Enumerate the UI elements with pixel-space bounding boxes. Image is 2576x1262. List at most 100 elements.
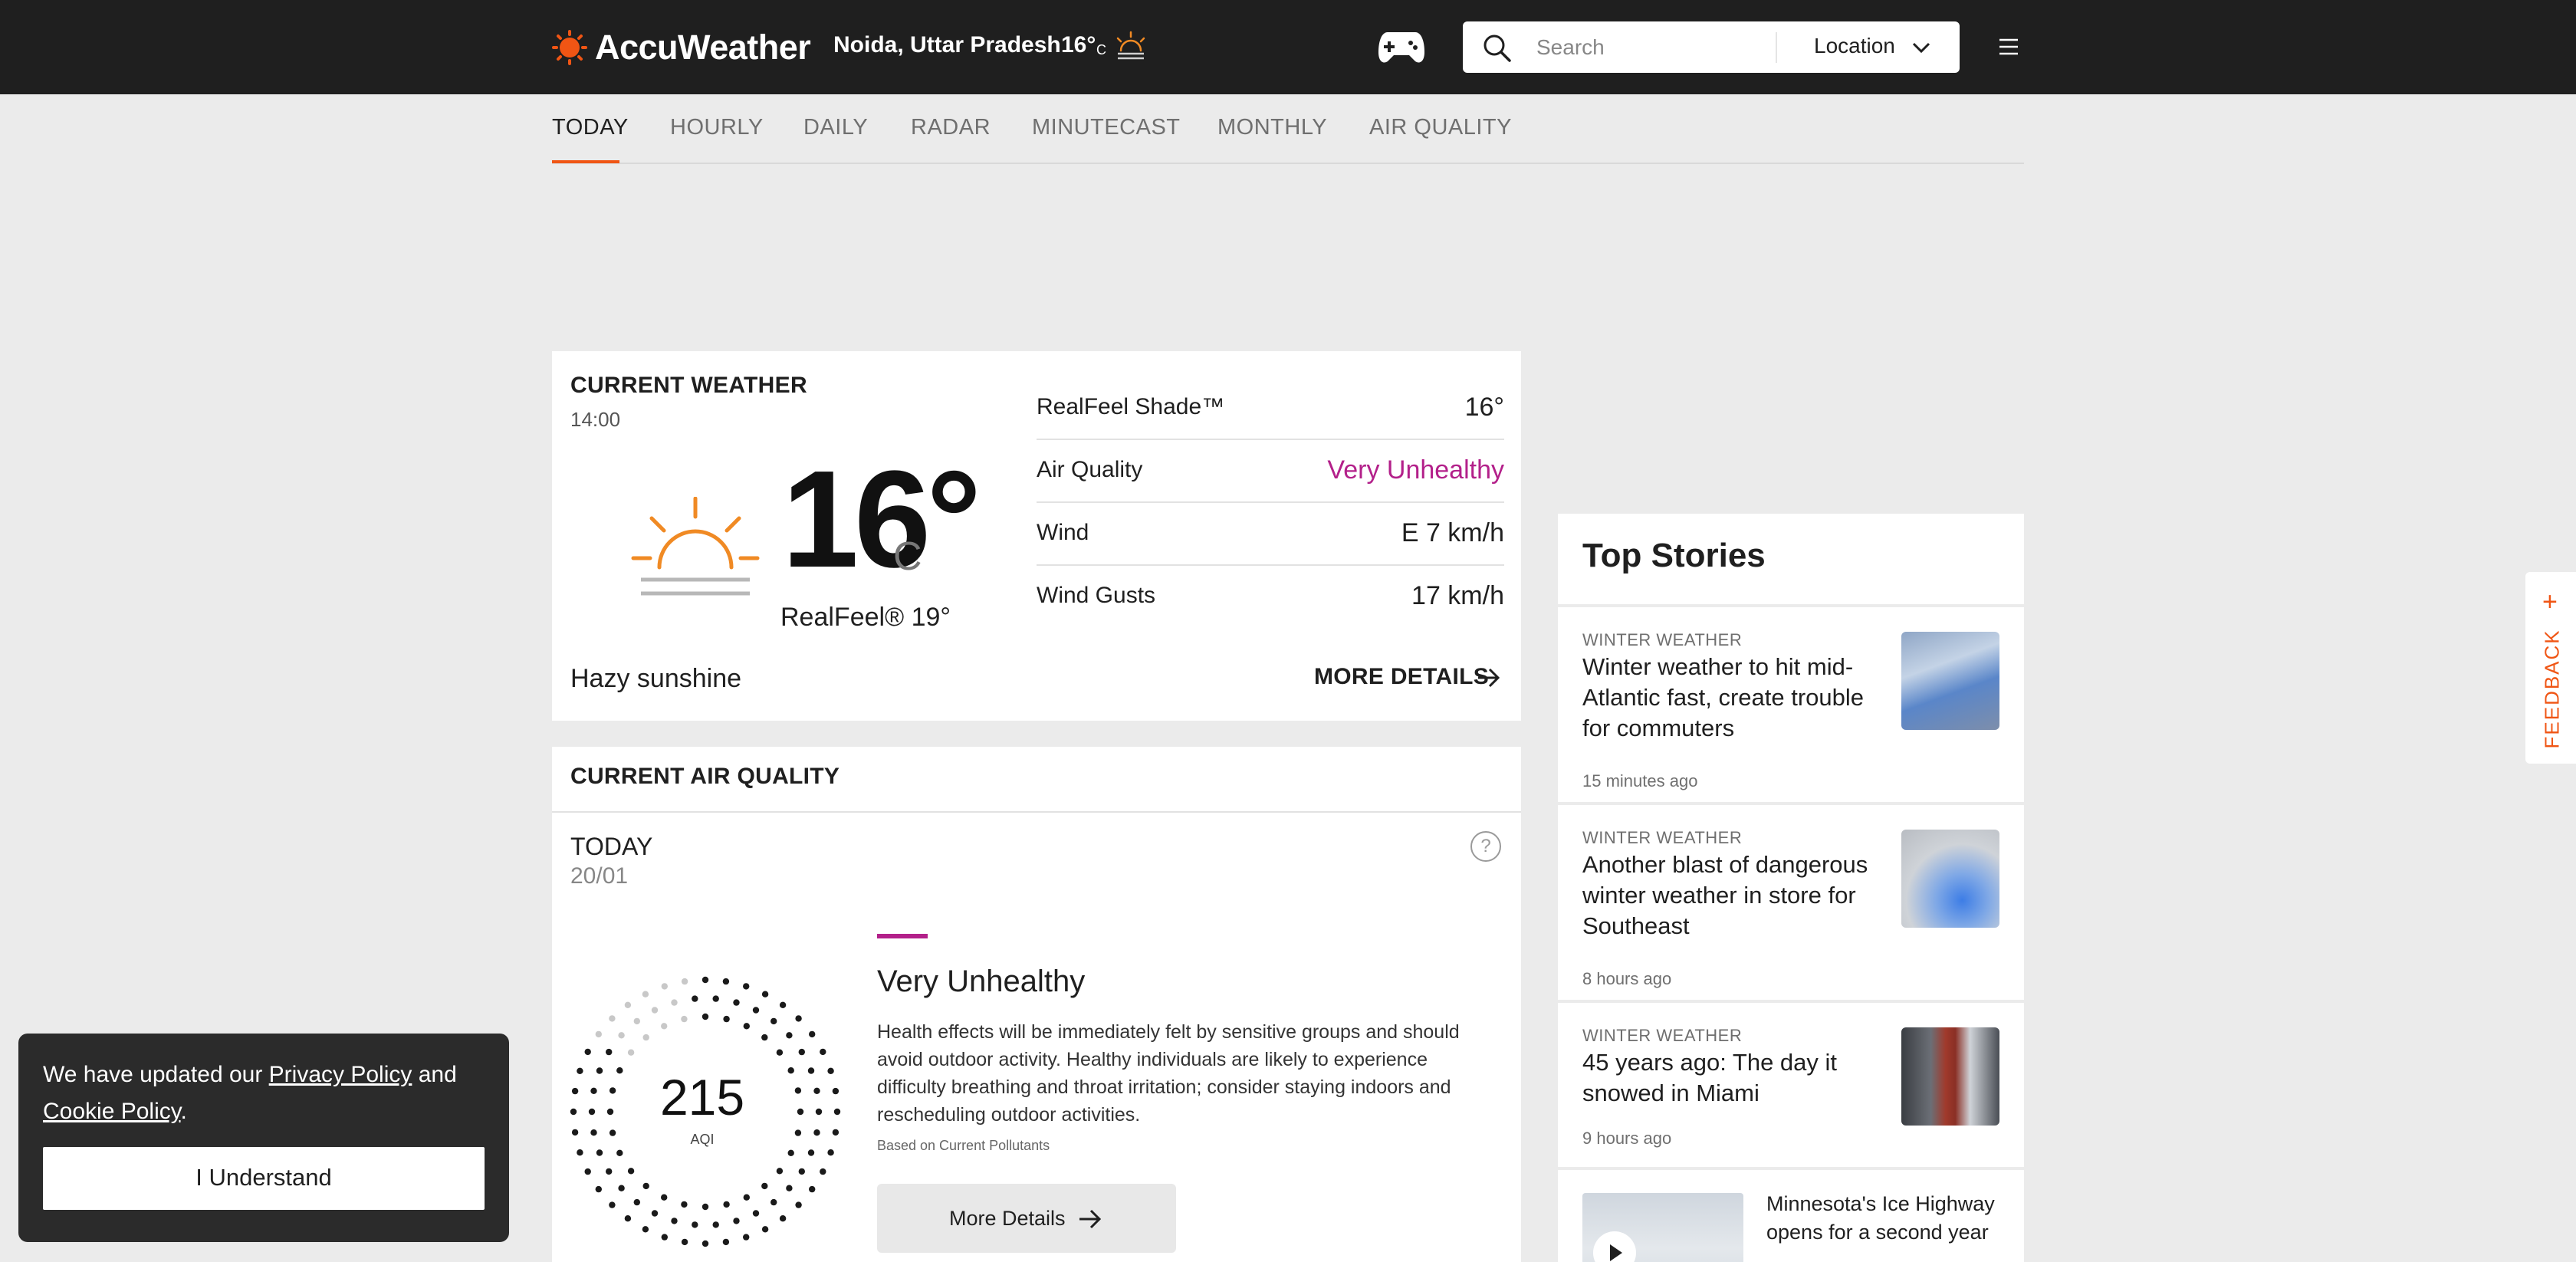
story-category: WINTER WEATHER — [1582, 828, 1743, 847]
current-weather-time: 14:00 — [570, 408, 621, 431]
aqi-dial-dot — [743, 1023, 750, 1030]
aqi-dial-dot — [723, 1201, 730, 1208]
aqi-dial-dot — [813, 1129, 820, 1136]
aqi-dial-dot — [633, 1198, 640, 1206]
tab-radar[interactable]: RADAR — [911, 115, 991, 140]
play-button[interactable] — [1593, 1231, 1636, 1262]
story-time: 9 hours ago — [1582, 1129, 1672, 1148]
aqi-dial-dot — [761, 1034, 768, 1041]
chevron-down-icon[interactable] — [1912, 41, 1930, 54]
story-title[interactable]: Another blast of dangerous winter weathe… — [1582, 850, 1886, 942]
video-thumbnail[interactable] — [1582, 1193, 1743, 1262]
detail-row-wind-gusts: Wind Gusts 17 km/h — [1037, 566, 1504, 629]
aqi-dial-dot — [577, 1149, 583, 1156]
video-title[interactable]: Minnesota's Ice Highway opens for a seco… — [1766, 1190, 1996, 1247]
story-thumbnail[interactable] — [1901, 1027, 1999, 1126]
aqi-dial-dot — [681, 1201, 688, 1208]
current-air-quality-card: CURRENT AIR QUALITY TODAY 20/01 ? 215 AQ… — [552, 747, 1521, 1262]
aqi-dial-dot — [779, 1215, 787, 1222]
aqi-dial-dot — [786, 1032, 793, 1039]
story-category: WINTER WEATHER — [1582, 1026, 1743, 1045]
location-dropdown-button[interactable]: Location — [1814, 34, 1895, 58]
aqi-dial-dot — [590, 1087, 597, 1094]
cookie-message: We have updated our Privacy Policy and C… — [43, 1057, 488, 1130]
story-title[interactable]: 45 years ago: The day it snowed in Miami — [1582, 1047, 1886, 1109]
story-item[interactable]: WINTER WEATHER 45 years ago: The day it … — [1558, 1003, 2024, 1170]
air-quality-more-details-button[interactable]: More Details — [877, 1184, 1176, 1253]
weather-phrase: Hazy sunshine — [570, 664, 742, 693]
aqi-dial-dot — [795, 1201, 802, 1208]
tab-hourly[interactable]: HOURLY — [670, 115, 764, 140]
aqi-dial-dot — [609, 1015, 616, 1022]
story-thumbnail[interactable] — [1901, 830, 1999, 928]
header-temperature[interactable]: 16° — [1061, 32, 1096, 58]
aqi-dial-dot — [642, 1182, 649, 1190]
aqi-dial-dot — [590, 1129, 597, 1136]
aqi-dial-dot — [627, 1168, 635, 1175]
game-controller-icon[interactable] — [1377, 26, 1426, 67]
story-item[interactable]: WINTER WEATHER Another blast of dangerou… — [1558, 805, 2024, 1003]
aqi-dial-dot — [624, 1215, 632, 1222]
aqi-dial-dot — [776, 1049, 784, 1056]
hamburger-menu-icon[interactable] — [1998, 37, 2019, 57]
arrow-right-icon — [1079, 1209, 1102, 1229]
search-icon[interactable] — [1483, 34, 1512, 63]
story-title[interactable]: Winter weather to hit mid-Atlantic fast,… — [1582, 652, 1886, 744]
story-item[interactable]: WINTER WEATHER Winter weather to hit mid… — [1558, 607, 2024, 805]
aqi-dial-dot — [712, 1221, 719, 1228]
aqi-dial-dot — [794, 1087, 802, 1094]
search-input[interactable] — [1536, 31, 1690, 64]
story-time: 15 minutes ago — [1582, 771, 1698, 790]
aqi-dial-dot — [595, 1185, 602, 1193]
aqi-dial-dot — [596, 1149, 603, 1156]
aqi-dial-dot — [584, 1048, 591, 1056]
current-location-name[interactable]: Noida, Uttar Pradesh — [833, 32, 1061, 58]
arrow-right-icon[interactable] — [1477, 667, 1501, 689]
sun-logo-icon — [552, 30, 587, 65]
forecast-tabs: TODAY HOURLY DAILY RADAR MINUTECAST MONT… — [552, 112, 2024, 164]
plus-icon: + — [2542, 587, 2558, 616]
active-tab-indicator — [552, 160, 619, 163]
aqi-dial-dot — [832, 1087, 840, 1095]
air-quality-date: 20/01 — [570, 863, 629, 889]
story-thumbnail[interactable] — [1901, 632, 1999, 730]
aqi-dial-dot — [712, 995, 719, 1002]
top-navigation-bar: AccuWeather Noida, Uttar Pradesh 16° C L… — [0, 0, 2576, 94]
aqi-dial-dot — [627, 1049, 635, 1056]
aqi-dial-dot — [642, 1034, 649, 1041]
current-temperature: 16° — [782, 442, 981, 596]
cookie-text-part: . — [180, 1099, 187, 1124]
aqi-basis-note: Based on Current Pollutants — [877, 1138, 1050, 1153]
aqi-dial-dot — [733, 999, 740, 1006]
tab-today[interactable]: TODAY — [552, 115, 629, 140]
aqi-label: AQI — [690, 1132, 715, 1147]
aqi-category: Very Unhealthy — [877, 965, 1086, 998]
aqi-dial-dot — [618, 1185, 625, 1191]
privacy-policy-link[interactable]: Privacy Policy — [269, 1062, 412, 1087]
tab-monthly[interactable]: MONTHLY — [1217, 115, 1327, 140]
cookie-text-part: and — [412, 1062, 457, 1087]
cookie-policy-link[interactable]: Cookie Policy — [43, 1099, 181, 1124]
accuweather-logo[interactable]: AccuWeather — [552, 26, 811, 69]
tab-daily[interactable]: DAILY — [803, 115, 868, 140]
aqi-category-color-bar — [877, 934, 928, 938]
feedback-label: FEEDBACK — [2540, 629, 2564, 749]
air-quality-title: CURRENT AIR QUALITY — [570, 764, 840, 789]
feedback-tab[interactable]: + FEEDBACK — [2525, 572, 2576, 764]
aqi-dial-dot — [761, 991, 769, 997]
i-understand-button[interactable]: I Understand — [43, 1147, 485, 1210]
tab-minutecast[interactable]: MINUTECAST — [1032, 115, 1181, 140]
top-stories-title: Top Stories — [1582, 537, 1766, 574]
tab-air-quality[interactable]: AIR QUALITY — [1369, 115, 1512, 140]
more-details-link[interactable]: MORE DETAILS — [1314, 664, 1489, 690]
current-weather-card[interactable]: CURRENT WEATHER 14:00 16° C RealFeel® 19… — [552, 351, 1521, 721]
button-label: I Understand — [196, 1164, 332, 1191]
aqi-dial-dot — [651, 1007, 659, 1014]
aqi-dial-dot — [671, 1218, 678, 1224]
aqi-dial-dot — [770, 1198, 777, 1206]
aqi-dial-dot — [779, 1001, 787, 1008]
help-icon[interactable]: ? — [1470, 831, 1501, 862]
hazy-sunshine-icon — [631, 497, 760, 596]
aqi-dial-dot — [827, 1149, 834, 1156]
cookie-text-part: We have updated our — [43, 1062, 269, 1087]
